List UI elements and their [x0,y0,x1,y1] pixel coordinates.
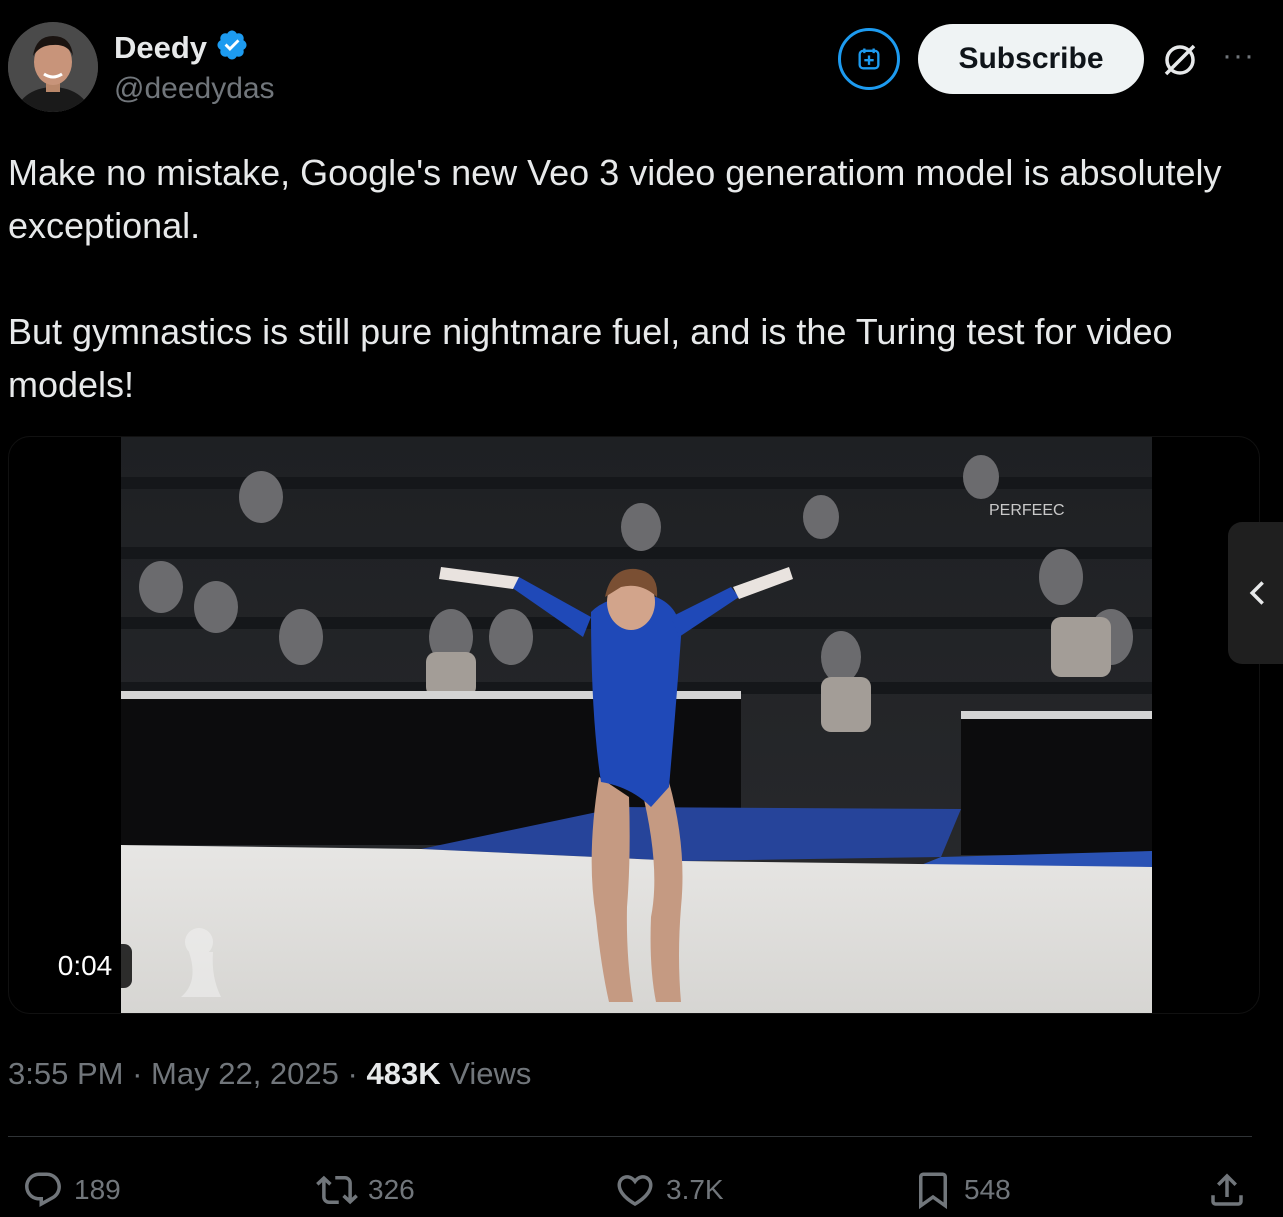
views-count[interactable]: 483K [366,1056,440,1091]
divider [8,1136,1252,1137]
like-count: 3.7K [666,1174,724,1205]
panel-collapse-handle[interactable] [1228,522,1283,664]
tweet-text: Make no mistake, Google's new Veo 3 vide… [8,146,1248,411]
reply-icon [25,1172,61,1207]
reply-count: 189 [74,1174,121,1205]
meta-separator: · [132,1056,143,1091]
bookmark-button[interactable]: 548 [912,1168,1011,1212]
heart-icon [617,1175,653,1207]
video-frame[interactable]: PERFEEC [121,437,1152,1013]
avatar[interactable] [8,22,98,112]
share-button[interactable] [1206,1168,1248,1212]
tweet-card: Deedy @deedydas Subscribe ··· Make no mi… [0,0,1283,1217]
repost-button[interactable]: 326 [316,1168,415,1212]
author-name-row: Deedy [114,28,249,67]
repost-icon [316,1175,358,1205]
meta-separator: · [347,1056,358,1091]
views-label: Views [449,1056,532,1091]
repost-count: 326 [368,1174,415,1205]
author-handle[interactable]: @deedydas [114,72,275,106]
tweet-meta: 3:55 PM · May 22, 2025 · 483K Views [8,1056,531,1092]
watermark-text: PERFEEC [989,502,1065,519]
video-player[interactable]: PERFEEC [8,436,1260,1014]
bookmark-icon [919,1172,947,1210]
grok-summarize-button[interactable] [838,28,900,90]
grok-icon[interactable] [1160,40,1200,80]
verified-badge-icon[interactable] [215,28,249,67]
author-display-name[interactable]: Deedy [114,30,207,66]
grok-plus-icon [858,48,880,70]
chevron-left-icon [1249,581,1264,605]
tweet-date[interactable]: May 22, 2025 [151,1056,339,1091]
share-icon [1211,1173,1243,1206]
video-duration-badge: 0:04 [38,944,132,988]
gymnast-video-still: PERFEEC [121,437,1152,1013]
like-button[interactable]: 3.7K [614,1168,724,1212]
more-options-icon[interactable]: ··· [1222,36,1262,76]
tweet-time[interactable]: 3:55 PM [8,1056,123,1091]
tweet-paragraph: Make no mistake, Google's new Veo 3 vide… [8,152,1222,246]
tweet-paragraph: But gymnastics is still pure nightmare f… [8,311,1173,405]
subscribe-button[interactable]: Subscribe [918,24,1144,94]
bookmark-count: 548 [964,1174,1011,1205]
reply-button[interactable]: 189 [22,1168,121,1212]
